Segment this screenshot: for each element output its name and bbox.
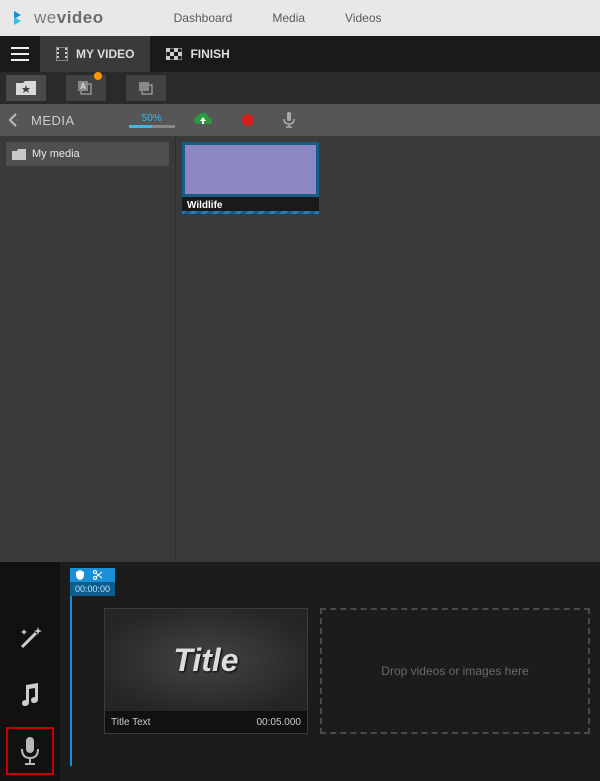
cloud-upload-icon: [193, 112, 213, 128]
notification-dot-icon: [94, 72, 102, 80]
media-bar: MEDIA 50%: [0, 104, 600, 136]
folder-panel: My media: [0, 136, 175, 562]
timeline-main[interactable]: 00:00:00 Title Title Text 00:05.000 Drop…: [60, 562, 600, 781]
mic-button[interactable]: [283, 112, 295, 128]
playhead-line: [70, 596, 72, 766]
app-topbar: wevideo Dashboard Media Videos: [0, 0, 600, 36]
scissors-icon: [93, 570, 103, 580]
toolbar-text-button[interactable]: A: [66, 75, 106, 101]
media-area: My media Wildlife: [0, 136, 600, 562]
tab-my-video-label: MY VIDEO: [76, 47, 134, 61]
logo-text: wevideo: [34, 8, 104, 28]
playhead-time: 00:00:00: [70, 582, 115, 596]
tab-finish-label: FINISH: [190, 47, 229, 61]
app-logo: wevideo: [12, 8, 104, 28]
microphone-icon: [283, 112, 295, 128]
svg-text:A: A: [80, 82, 86, 91]
timeline-sidebar: [0, 562, 60, 781]
shield-icon: [75, 570, 85, 580]
finish-icon: [166, 48, 182, 60]
text-stack-icon: A: [78, 81, 94, 95]
record-button[interactable]: [241, 113, 255, 127]
chevron-left-icon: [8, 113, 17, 127]
nav-media[interactable]: Media: [272, 11, 305, 25]
header-bar: MY VIDEO FINISH: [0, 36, 600, 72]
timeline-area: 00:00:00 Title Title Text 00:05.000 Drop…: [0, 562, 600, 781]
clip-item[interactable]: Wildlife: [182, 142, 319, 214]
tab-my-video[interactable]: MY VIDEO: [40, 36, 150, 72]
folder-my-media[interactable]: My media: [6, 142, 169, 166]
upload-progress: 50%: [129, 113, 175, 128]
title-clip[interactable]: Title Title Text 00:05.000: [104, 608, 308, 734]
track-row: Title Title Text 00:05.000 Drop videos o…: [104, 608, 590, 734]
music-button[interactable]: [6, 671, 54, 719]
music-note-icon: [16, 681, 44, 709]
title-clip-label: Title Text: [111, 717, 150, 728]
microphone-large-icon: [19, 736, 41, 766]
record-icon: [241, 113, 255, 127]
nav-links: Dashboard Media Videos: [174, 11, 382, 25]
folder-label: My media: [32, 148, 80, 160]
media-label: MEDIA: [31, 113, 75, 128]
drop-hint: Drop videos or images here: [381, 664, 528, 678]
voiceover-button[interactable]: [6, 727, 54, 775]
toolbar-folder-button[interactable]: [6, 75, 46, 101]
hamburger-icon: [11, 47, 29, 61]
title-preview-text: Title: [173, 642, 238, 679]
nav-videos[interactable]: Videos: [345, 11, 381, 25]
nav-dashboard[interactable]: Dashboard: [174, 11, 233, 25]
folder-star-icon: [16, 81, 36, 95]
layers-icon: [138, 81, 154, 95]
toolbar-layers-button[interactable]: [126, 75, 166, 101]
effects-button[interactable]: [6, 615, 54, 663]
title-clip-duration: 00:05.000: [257, 717, 302, 728]
upload-button[interactable]: [193, 112, 213, 128]
film-icon: [56, 47, 68, 61]
progress-percent: 50%: [142, 113, 162, 124]
logo-icon: [12, 9, 30, 27]
tab-finish[interactable]: FINISH: [150, 36, 245, 72]
clip-thumbnail: [182, 142, 319, 197]
progress-bar: [129, 125, 175, 128]
progress-fill: [129, 125, 152, 128]
drop-zone[interactable]: Drop videos or images here: [320, 608, 590, 734]
clip-label: Wildlife: [182, 197, 319, 214]
icon-toolbar: A: [0, 72, 600, 104]
title-preview: Title: [105, 609, 307, 711]
folder-icon: [12, 149, 26, 160]
menu-button[interactable]: [0, 36, 40, 72]
back-button[interactable]: [8, 113, 17, 127]
magic-wand-icon: [16, 625, 44, 653]
title-info-bar: Title Text 00:05.000: [105, 711, 307, 733]
clip-panel: Wildlife: [175, 136, 600, 562]
playhead-tab: [70, 568, 115, 582]
